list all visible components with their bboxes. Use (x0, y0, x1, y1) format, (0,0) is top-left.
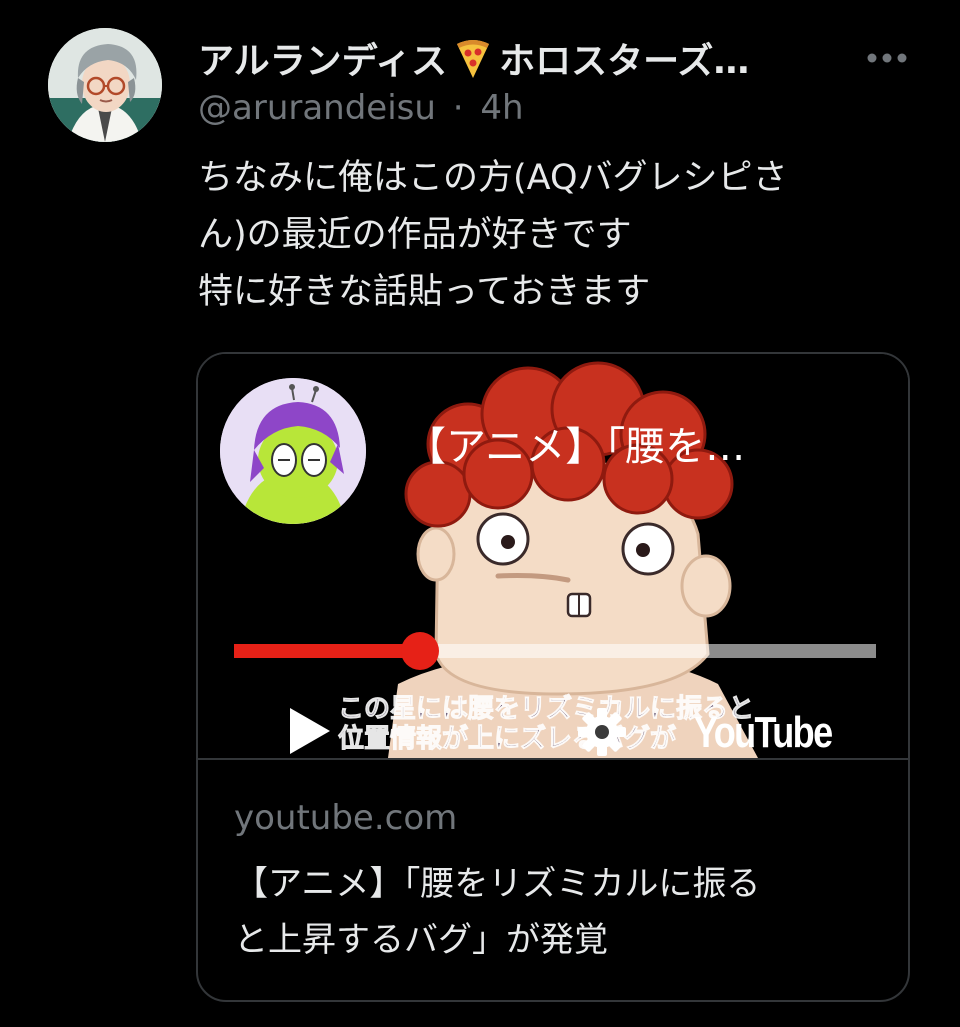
settings-button[interactable] (576, 706, 628, 758)
video-title[interactable]: 【アニメ】「腰を… (406, 414, 745, 472)
tweet[interactable]: アルランディス ホロスターズ… @arurandeisu · 4h ちなみに俺は… (0, 0, 960, 1027)
display-name[interactable]: アルランディス (198, 32, 447, 84)
video-subtitle: この星には腰をリズミカルに振ると 位置情報が上にズレるバグが (337, 694, 755, 755)
video-progress-bar[interactable] (234, 632, 876, 670)
user-avatar[interactable] (48, 28, 162, 142)
card-title[interactable]: 【アニメ】「腰をリズミカルに振る と上昇するバグ」が発覚 (234, 856, 884, 968)
tweet-text-line: ん)の最近の作品が好きです (198, 215, 632, 255)
video-thumbnail[interactable]: 【アニメ】「腰を… この星には腰をリズミカルに振ると 位置情報が上にズレるバグが (198, 354, 908, 758)
card-domain: youtube.com (234, 798, 458, 838)
card-divider (198, 758, 908, 760)
tweet-text-line: 特に好きな話貼っておきます (198, 272, 651, 312)
video-progress-handle[interactable] (401, 632, 440, 670)
channel-avatar[interactable] (220, 378, 366, 524)
youtube-logo[interactable]: YouTube (694, 708, 833, 758)
handle-row: @arurandeisu · 4h (198, 88, 524, 128)
tweet-text-line: ちなみに俺はこの方(AQバグレシピさ (198, 158, 788, 198)
more-dots-icon (867, 53, 907, 63)
subtitle-line: 位置情報が上にズレるバグが (337, 724, 677, 755)
tweet-header: アルランディス ホロスターズ… (198, 30, 898, 86)
display-name-suffix[interactable]: ホロスターズ… (499, 32, 749, 84)
tweet-time[interactable]: 4h (480, 88, 523, 128)
play-icon (290, 708, 330, 754)
card-title-line: と上昇するバグ」が発覚 (234, 920, 608, 960)
play-button[interactable] (282, 704, 336, 758)
video-progress-fill (234, 644, 421, 658)
tweet-text: ちなみに俺はこの方(AQバグレシピさ ん)の最近の作品が好きです 特に好きな話貼… (198, 150, 898, 321)
more-options-button[interactable] (862, 40, 912, 76)
card-title-line: 【アニメ】「腰をリズミカルに振る (234, 864, 761, 904)
subtitle-line: この星には腰をリズミカルに振ると (337, 694, 755, 725)
user-handle[interactable]: @arurandeisu (198, 88, 436, 128)
link-card[interactable]: 【アニメ】「腰を… この星には腰をリズミカルに振ると 位置情報が上にズレるバグが (196, 352, 910, 1002)
gear-icon (578, 708, 626, 756)
separator-dot: · (452, 88, 464, 128)
pizza-icon (453, 36, 493, 80)
